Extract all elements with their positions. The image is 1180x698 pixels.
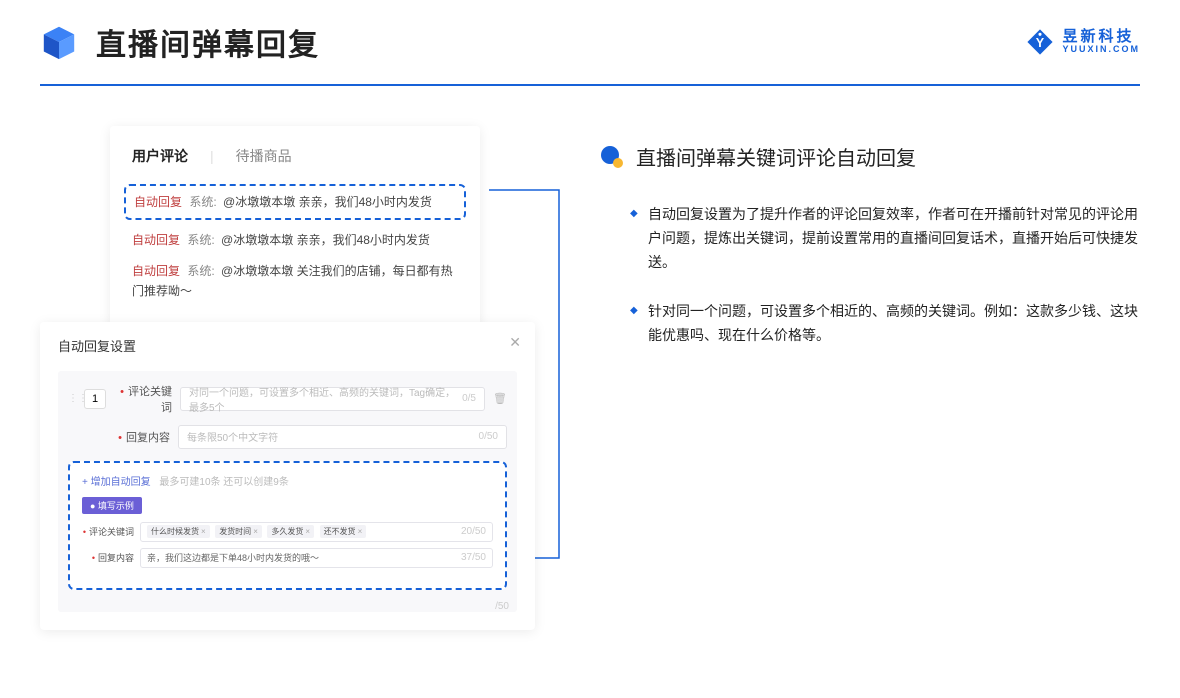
brand-name-en: YUUXIN.COM — [1062, 45, 1140, 55]
comment-text: @冰墩墩本墩 关注我们的店铺，每日都有热门推荐呦～ — [132, 264, 453, 298]
ex-content-input[interactable]: 亲，我们这边都是下单48小时内发货的哦～ 37/50 — [140, 548, 493, 568]
content-placeholder: 每条限50个中文字符 — [187, 429, 278, 444]
comment-row: 自动回复 系统: @冰墩墩本墩 关注我们的店铺，每日都有热门推荐呦～ — [132, 261, 458, 302]
system-label: 系统: — [189, 195, 216, 209]
keyword-label: 评论关键词 — [114, 383, 172, 415]
example-badge: ● 填写示例 — [82, 497, 142, 514]
system-label: 系统: — [187, 264, 214, 278]
ex-keyword-counter: 20/50 — [461, 526, 486, 537]
content-input[interactable]: 每条限50个中文字符 0/50 — [178, 425, 507, 449]
close-icon[interactable]: ✕ — [509, 334, 521, 351]
outer-counter: /50 — [495, 601, 509, 612]
feature-bullet: 针对同一个问题，可设置多个相近的、高频的关键词。例如：这款多少钱、这块能优惠吗、… — [630, 300, 1140, 348]
comment-text: @冰墩墩本墩 亲亲，我们48小时内发货 — [223, 195, 432, 209]
auto-reply-tag: 自动回复 — [132, 233, 180, 247]
add-rule-text: + 增加自动回复 — [82, 477, 151, 488]
screenshot-panel: 用户评论 | 待播商品 自动回复 系统: @冰墩墩本墩 亲亲，我们48小时内发货… — [40, 126, 540, 630]
brand-logo: Y 昱新科技 YUUXIN.COM — [1026, 28, 1140, 56]
tab-user-comments[interactable]: 用户评论 — [132, 146, 188, 166]
content-label: 回复内容 — [112, 429, 170, 445]
page-header: 直播间弹幕回复 — [0, 0, 1180, 64]
ex-content-text: 亲，我们这边都是下单48小时内发货的哦～ — [147, 551, 319, 564]
bubble-icon — [600, 145, 624, 169]
add-rule-link[interactable]: + 增加自动回复 最多可建10条 还可以创建9条 — [82, 473, 493, 488]
comments-card: 用户评论 | 待播商品 自动回复 系统: @冰墩墩本墩 亲亲，我们48小时内发货… — [110, 126, 480, 332]
feature-bullet: 自动回复设置为了提升作者的评论回复效率，作者可在开播前针对常见的评论用户问题，提… — [630, 203, 1140, 274]
example-block: + 增加自动回复 最多可建10条 还可以创建9条 ● 填写示例 评论关键词 什么… — [68, 461, 507, 590]
comment-text: @冰墩墩本墩 亲亲，我们48小时内发货 — [221, 233, 430, 247]
keyword-tag: 发货时间× — [215, 525, 262, 538]
svg-text:Y: Y — [1036, 36, 1045, 50]
add-rule-hint: 最多可建10条 还可以创建9条 — [159, 477, 288, 488]
brand-name-cn: 昱新科技 — [1062, 29, 1140, 46]
keyword-input[interactable]: 对同一个问题，可设置多个相近、高频的关键词，Tag确定，最多5个 0/5 — [180, 387, 485, 411]
keyword-tag: 还不发货× — [320, 525, 367, 538]
tabs: 用户评论 | 待播商品 — [132, 146, 458, 166]
page-title: 直播间弹幕回复 — [96, 20, 320, 64]
description-panel: 直播间弹幕关键词评论自动回复 自动回复设置为了提升作者的评论回复效率，作者可在开… — [600, 126, 1140, 630]
section-title: 直播间弹幕关键词评论自动回复 — [636, 142, 916, 171]
drag-handle-icon[interactable]: ⋮⋮ — [68, 393, 76, 404]
delete-icon[interactable]: 🗑 — [493, 392, 507, 405]
ex-content-counter: 37/50 — [461, 552, 486, 563]
content-counter: 0/50 — [479, 431, 498, 442]
keyword-tag: 多久发货× — [267, 525, 314, 538]
ex-content-label: 回复内容 — [82, 551, 134, 564]
keyword-placeholder: 对同一个问题，可设置多个相近、高频的关键词，Tag确定，最多5个 — [189, 384, 462, 414]
settings-modal: 自动回复设置 ✕ ⋮⋮ 1 评论关键词 对同一个问题，可设置多个相近、高频的关键… — [40, 322, 535, 630]
modal-title: 自动回复设置 — [58, 336, 517, 355]
auto-reply-tag: 自动回复 — [134, 195, 182, 209]
rule-index: 1 — [84, 389, 106, 409]
tab-separator: | — [210, 148, 214, 164]
cube-icon — [40, 23, 78, 61]
keyword-tag: 什么时候发货× — [147, 525, 210, 538]
auto-reply-tag: 自动回复 — [132, 264, 180, 278]
comment-row: 自动回复 系统: @冰墩墩本墩 亲亲，我们48小时内发货 — [132, 230, 458, 250]
ex-keyword-input[interactable]: 什么时候发货× 发货时间× 多久发货× 还不发货× 20/50 — [140, 522, 493, 542]
ex-keyword-label: 评论关键词 — [82, 525, 134, 538]
system-label: 系统: — [187, 233, 214, 247]
brand-icon: Y — [1026, 28, 1054, 56]
keyword-counter: 0/5 — [462, 393, 476, 404]
tab-pending-goods[interactable]: 待播商品 — [236, 146, 292, 166]
highlighted-comment: 自动回复 系统: @冰墩墩本墩 亲亲，我们48小时内发货 — [124, 184, 466, 220]
